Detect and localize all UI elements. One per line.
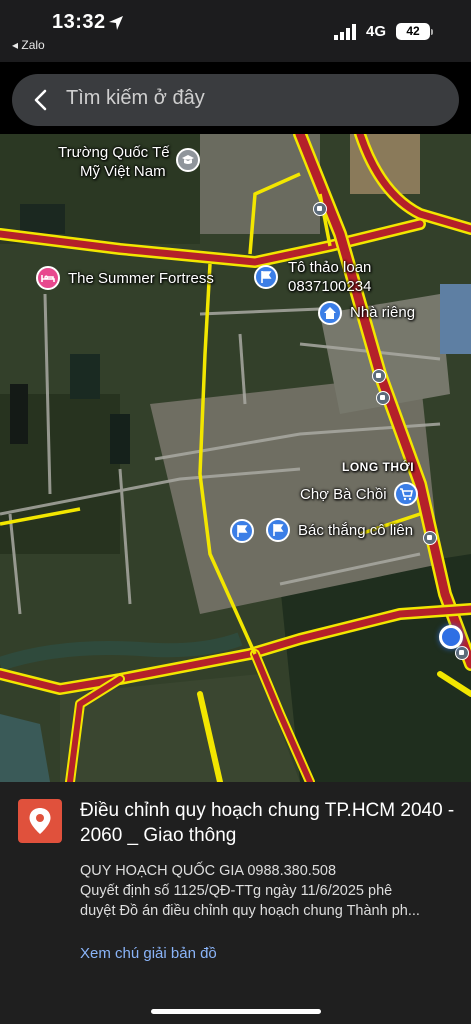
long-thoi-label: LONG THỚI [342, 460, 415, 474]
description-line: duyệt Đồ án điều chỉnh quy hoạch chung T… [80, 903, 420, 919]
status-time: 13:32 [52, 11, 106, 33]
hotel-bed-icon[interactable] [36, 266, 60, 290]
bus-stop-icon[interactable] [313, 202, 327, 216]
home-indicator[interactable] [151, 1009, 321, 1014]
search-bar[interactable]: Tìm kiếm ở đây [12, 74, 459, 126]
cho-ba-choi-label[interactable]: Chợ Bà Chồi [300, 486, 387, 503]
summer-fortress-label[interactable]: The Summer Fortress [68, 270, 214, 287]
school-label-line2[interactable]: Mỹ Việt Nam [80, 163, 166, 180]
bac-thang-label[interactable]: Bác thắng cô liên [298, 522, 413, 539]
back-to-app-link[interactable]: ◂ Zalo [12, 38, 45, 52]
school-label-line1[interactable]: Trường Quốc Tế [58, 144, 170, 161]
description-line: Quyết định số 1125/QĐ-TTg ngày 11/6/2025… [80, 883, 393, 899]
location-arrow-icon [109, 16, 123, 30]
bus-stop-icon[interactable] [376, 391, 390, 405]
bus-stop-icon[interactable] [372, 369, 386, 383]
shopping-cart-icon[interactable] [394, 482, 418, 506]
to-thao-loan-label[interactable]: Tô thảo loan [288, 259, 371, 276]
to-thao-loan-phone[interactable]: 0837100234 [288, 278, 371, 295]
map-view[interactable]: Trường Quốc Tế Mỹ Việt Nam The Summer Fo… [0, 134, 471, 782]
status-bar: 13:32 ◂ Zalo 4G 42 [0, 0, 471, 62]
battery-icon: 42 [396, 23, 430, 40]
current-location-dot[interactable] [439, 625, 463, 649]
search-input[interactable]: Tìm kiếm ở đây [66, 87, 205, 110]
flag-pin-icon[interactable] [230, 519, 254, 543]
satellite-map [0, 134, 471, 782]
home-pin-icon[interactable] [318, 301, 342, 325]
flag-pin-icon[interactable] [266, 518, 290, 542]
bus-stop-icon[interactable] [423, 531, 437, 545]
back-arrow-icon[interactable] [28, 87, 54, 113]
nha-rieng-label[interactable]: Nhà riêng [350, 304, 415, 321]
flag-pin-icon[interactable] [254, 265, 278, 289]
battery-cap [431, 29, 433, 35]
map-title: Điều chỉnh quy hoạch chung TP.HCM 2040 -… [80, 800, 455, 846]
bus-stop-icon[interactable] [455, 646, 469, 660]
description-line: QUY HOẠCH QUỐC GIA 0988.380.508 [80, 863, 337, 879]
map-pin-icon [18, 799, 62, 843]
map-description: QUY HOẠCH QUỐC GIA 0988.380.508 Quyết đị… [80, 861, 460, 921]
school-pin-icon[interactable] [176, 148, 200, 172]
map-info-sheet[interactable]: Điều chỉnh quy hoạch chung TP.HCM 2040 -… [0, 782, 471, 1024]
view-legend-link[interactable]: Xem chú giải bản đồ [80, 945, 217, 962]
network-type: 4G [366, 23, 387, 40]
cellular-signal-icon [334, 24, 356, 40]
